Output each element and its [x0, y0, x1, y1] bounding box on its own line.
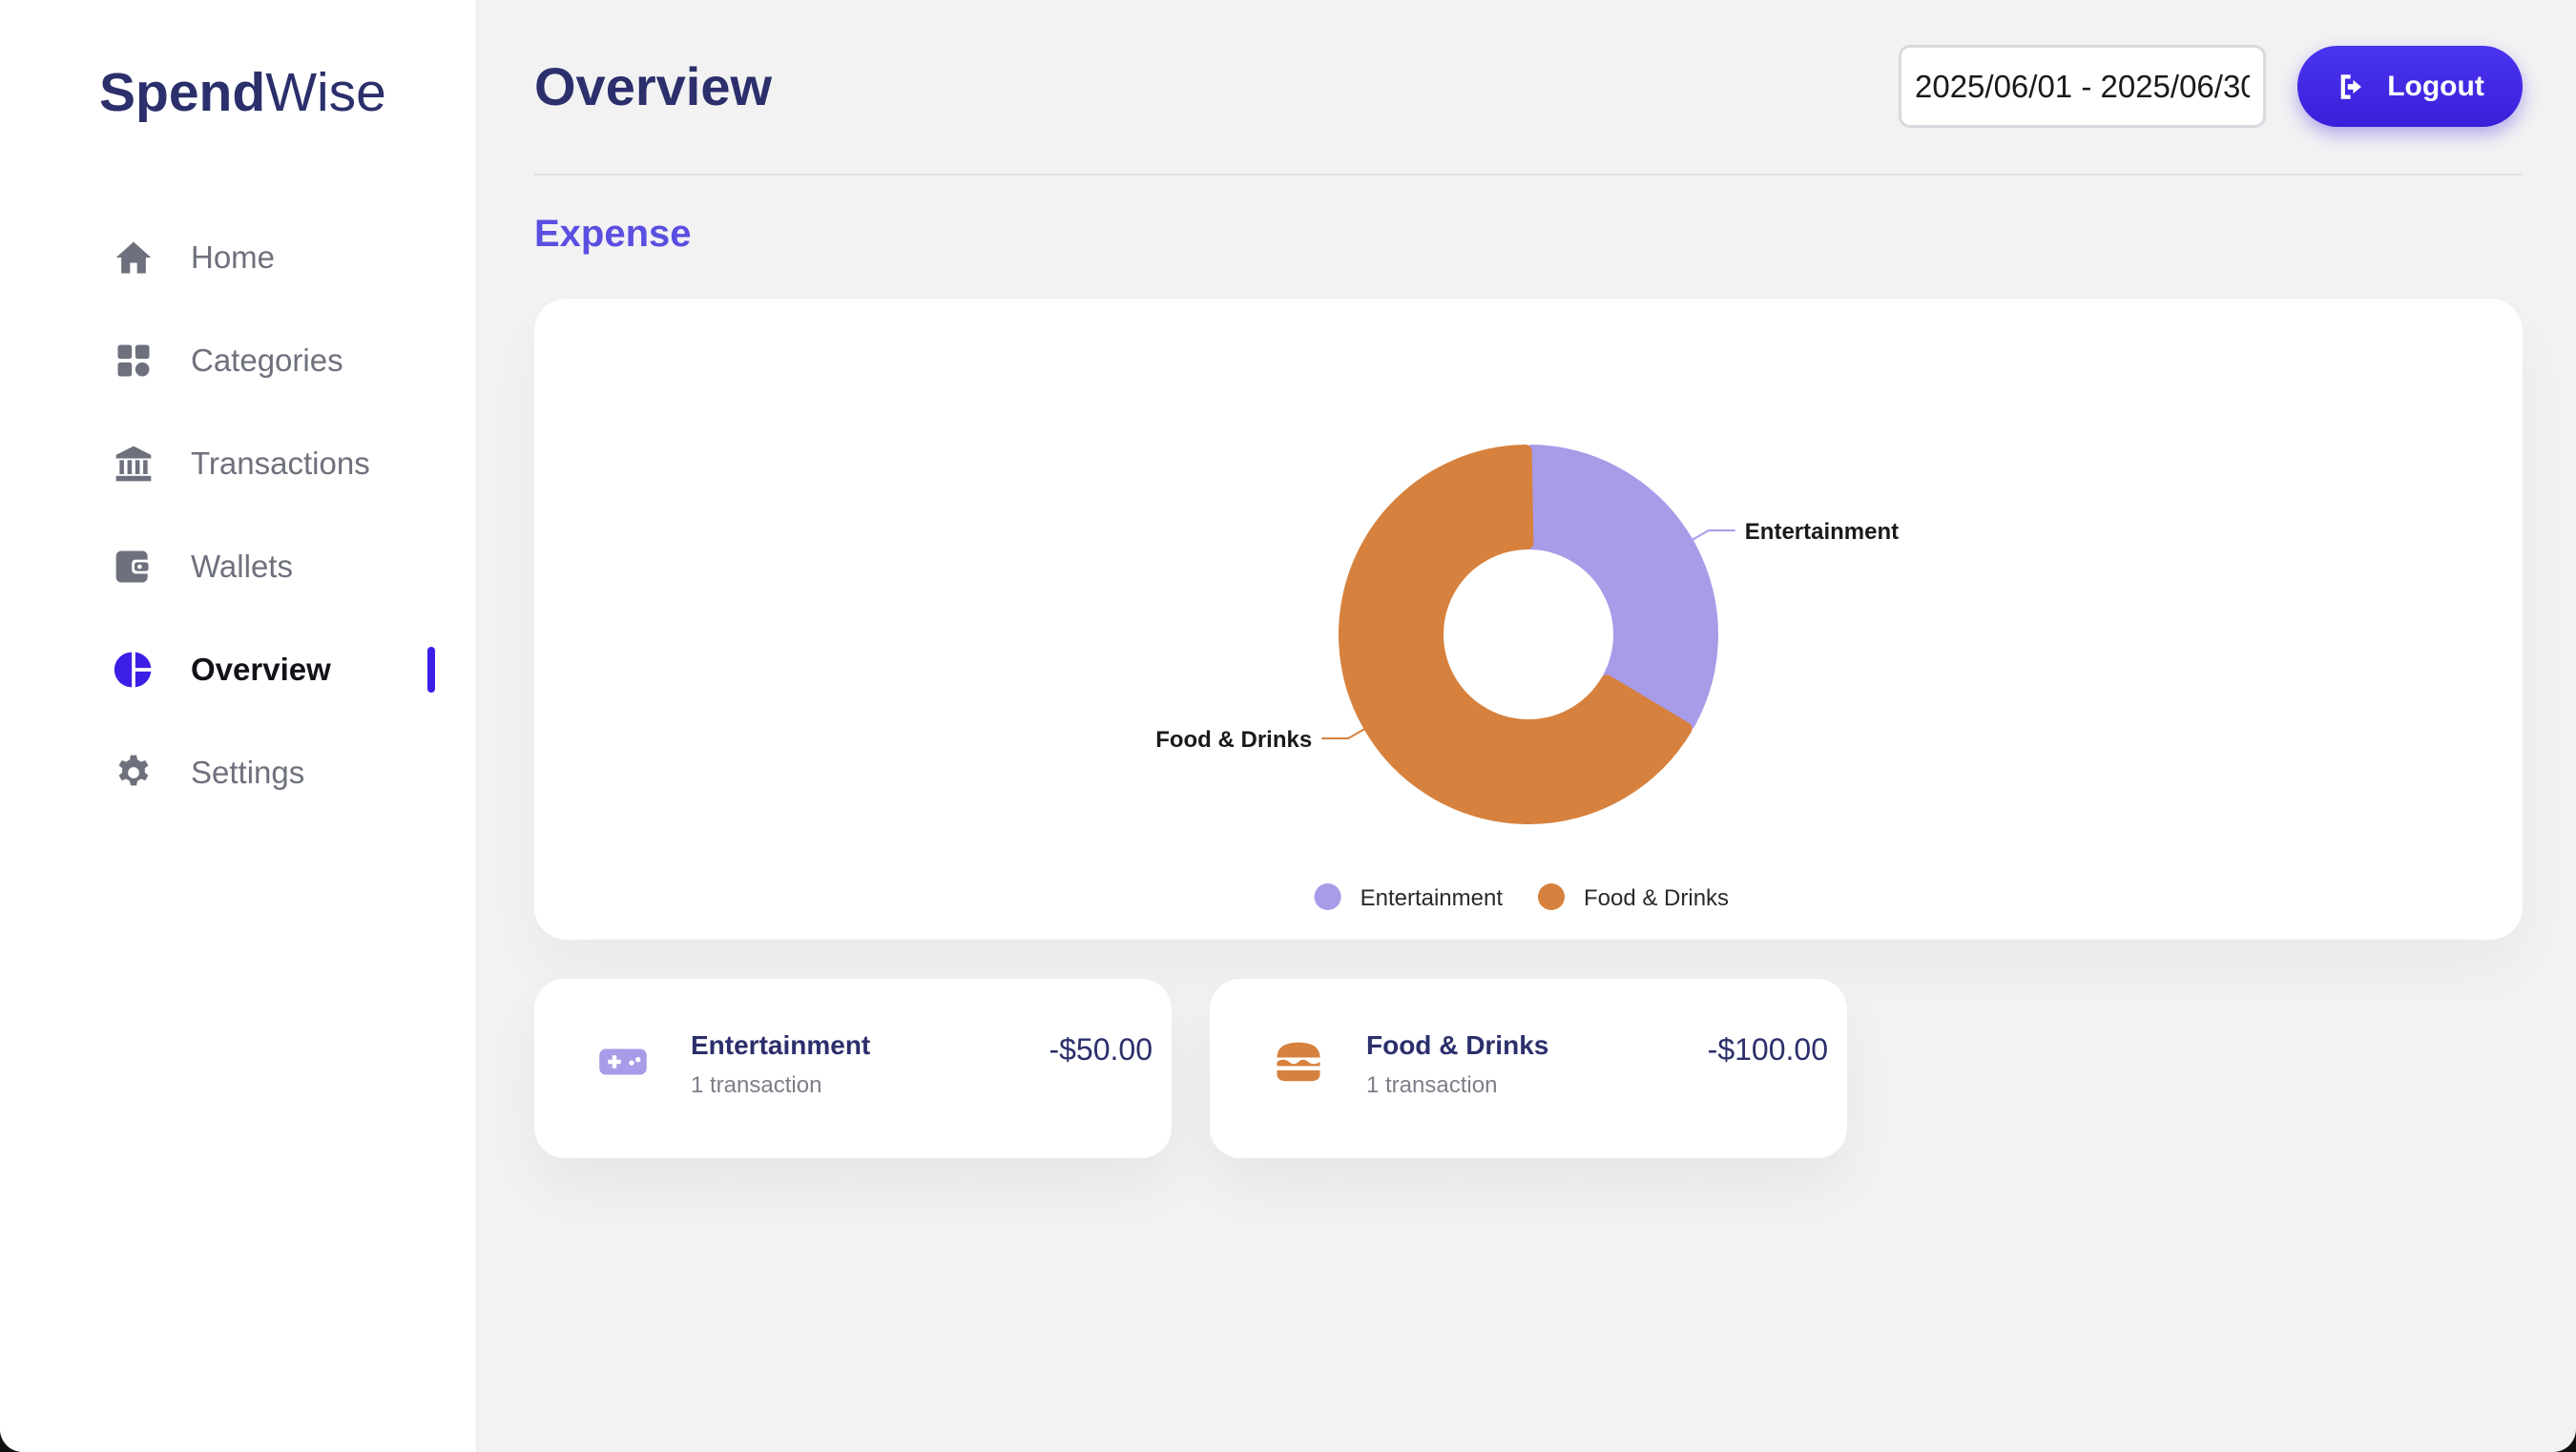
category-amount: -$50.00 — [1049, 1032, 1153, 1067]
legend-dot — [1538, 883, 1565, 910]
chart-legend: Entertainment Food & Drinks — [1314, 883, 1729, 911]
sidebar-item-transactions[interactable]: Transactions — [0, 412, 477, 515]
active-indicator — [427, 647, 435, 693]
sidebar-item-label: Transactions — [191, 446, 370, 481]
sidebar-item-home[interactable]: Home — [0, 206, 477, 309]
sidebar-item-overview[interactable]: Overview — [0, 618, 477, 721]
logout-icon — [2340, 73, 2362, 99]
burger-icon — [1273, 1036, 1324, 1088]
legend-item[interactable]: Entertainment — [1314, 883, 1504, 911]
transaction-count: 1 transaction — [691, 1072, 822, 1098]
category-amount: -$100.00 — [1707, 1032, 1828, 1067]
category-card-food-drinks[interactable]: Food & Drinks 1 transaction -$100.00 — [1210, 979, 1847, 1158]
app-window: SpendWise Home Categories Transactions W… — [0, 0, 2576, 1452]
header-divider — [534, 174, 2523, 176]
sidebar-item-label: Wallets — [191, 549, 293, 584]
main-content: Overview Logout Expense Entertainment Foo… — [534, 0, 2523, 1452]
category-card-entertainment[interactable]: Entertainment 1 transaction -$50.00 — [534, 979, 1172, 1158]
sidebar: SpendWise Home Categories Transactions W… — [0, 0, 477, 1452]
sidebar-item-label: Categories — [191, 342, 343, 378]
categories-icon — [113, 340, 155, 382]
legend-label: Entertainment — [1361, 885, 1504, 911]
expense-donut-chart: Entertainment Food & Drinks Entertainment F… — [1155, 445, 1899, 911]
sidebar-item-label: Home — [191, 239, 276, 275]
bank-icon — [113, 443, 155, 485]
home-icon — [113, 237, 155, 279]
date-range-input[interactable] — [1899, 45, 2266, 128]
brand-part-2: Wise — [265, 62, 386, 123]
logout-label: Logout — [2387, 70, 2484, 102]
pie-chart-icon — [113, 649, 155, 691]
slice-label: Food & Drinks — [1155, 727, 1312, 753]
transaction-count: 1 transaction — [1366, 1072, 1498, 1098]
brand-part-1: Spend — [99, 62, 266, 123]
sidebar-item-label: Settings — [191, 755, 305, 790]
brand-logo[interactable]: SpendWise — [99, 59, 386, 126]
sidebar-item-settings[interactable]: Settings — [0, 721, 477, 824]
section-title: Expense — [534, 213, 692, 255]
page-title: Overview — [534, 56, 773, 116]
category-name: Food & Drinks — [1366, 1030, 1549, 1060]
wallet-icon — [113, 546, 155, 588]
legend-label: Food & Drinks — [1584, 885, 1729, 911]
slice-label: Entertainment — [1745, 519, 1899, 545]
legend-dot — [1314, 883, 1341, 910]
sidebar-item-categories[interactable]: Categories — [0, 309, 477, 412]
logout-button[interactable]: Logout — [2297, 46, 2523, 127]
legend-item[interactable]: Food & Drinks — [1538, 883, 1729, 911]
category-name: Entertainment — [691, 1030, 871, 1060]
sidebar-nav: Home Categories Transactions Wallets Ove… — [0, 206, 477, 824]
expense-chart-card: Entertainment Food & Drinks Entertainment F… — [534, 299, 2523, 940]
sidebar-item-wallets[interactable]: Wallets — [0, 515, 477, 618]
gamepad-icon — [597, 1036, 649, 1088]
sidebar-item-label: Overview — [191, 652, 331, 687]
gear-icon — [113, 752, 155, 794]
